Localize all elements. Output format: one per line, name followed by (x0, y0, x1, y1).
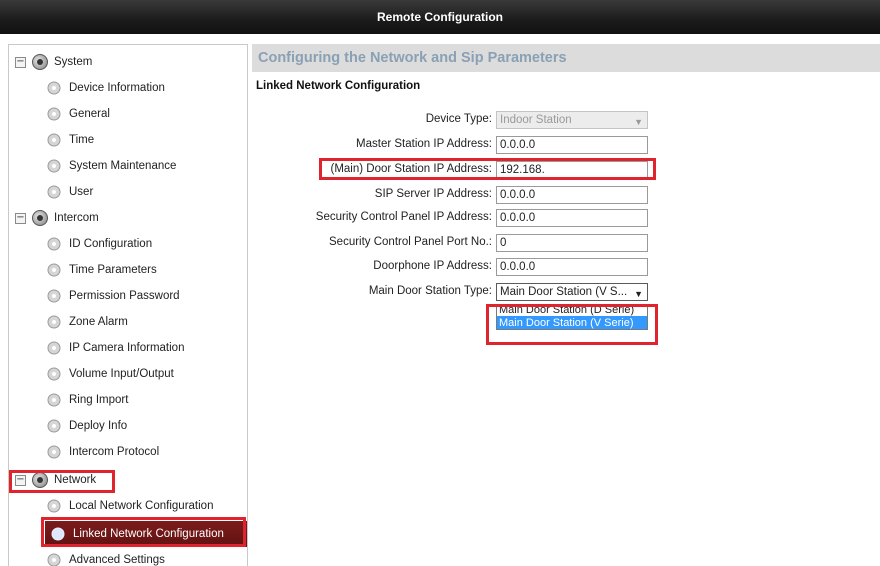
gear-icon (47, 393, 61, 407)
tree-group-system[interactable]: − System (9, 49, 247, 75)
settings-globe-icon (32, 210, 48, 226)
chevron-down-icon: ▼ (634, 117, 643, 127)
sidebar-tree: − System Device Information General Time… (8, 44, 248, 566)
sidebar-item-time-parameters[interactable]: Time Parameters (9, 257, 247, 283)
sidebar-item-label: Volume Input/Output (69, 368, 174, 380)
gear-icon (47, 237, 61, 251)
tree-group-label: Network (54, 474, 97, 486)
sidebar-item-label: Advanced Settings (69, 554, 165, 566)
security-panel-ip-input[interactable]: 0.0.0.0 (496, 209, 648, 227)
main-door-station-type-label: Main Door Station Type: (368, 285, 492, 297)
sidebar-item-linked-network-configuration[interactable]: Linked Network Configuration (45, 521, 247, 547)
main-door-station-type-value: Main Door Station (V S... (500, 286, 628, 298)
master-station-ip-label: Master Station IP Address: (356, 138, 492, 150)
gear-icon (47, 185, 61, 199)
gear-icon (47, 159, 61, 173)
sip-server-ip-input[interactable]: 0.0.0.0 (496, 186, 648, 204)
sidebar-item-label: User (69, 186, 94, 198)
sidebar-item-zone-alarm[interactable]: Zone Alarm (9, 309, 247, 335)
gear-icon (47, 81, 61, 95)
security-panel-port-row: Security Control Panel Port No.: 0 (252, 234, 880, 252)
sidebar-item-label: System Maintenance (69, 160, 177, 172)
security-panel-port-input[interactable]: 0 (496, 234, 648, 252)
sidebar-item-label: Permission Password (69, 290, 180, 302)
sidebar-item-advanced-settings[interactable]: Advanced Settings (9, 547, 247, 566)
device-type-label: Device Type: (425, 113, 492, 125)
main-door-station-type-select[interactable]: Main Door Station (V S... ▼ (496, 283, 648, 301)
collapse-icon[interactable]: − (15, 212, 26, 224)
device-type-select: Indoor Station ▼ (496, 111, 648, 129)
sidebar-item-intercom-protocol[interactable]: Intercom Protocol (9, 439, 247, 465)
gear-icon (51, 527, 65, 541)
tree-group-network[interactable]: − Network (9, 467, 247, 493)
sidebar-item-label: Deploy Info (69, 420, 128, 432)
sidebar-item-local-network-configuration[interactable]: Local Network Configuration (9, 493, 247, 519)
sidebar-item-label: IP Camera Information (69, 342, 185, 354)
sidebar-item-permission-password[interactable]: Permission Password (9, 283, 247, 309)
gear-icon (47, 289, 61, 303)
gear-icon (47, 553, 61, 566)
settings-globe-icon (32, 54, 48, 70)
sidebar-item-label: Time Parameters (69, 264, 157, 276)
doorphone-ip-input[interactable]: 0.0.0.0 (496, 258, 648, 276)
sidebar-item-device-information[interactable]: Device Information (9, 75, 247, 101)
gear-icon (47, 445, 61, 459)
sidebar-item-id-configuration[interactable]: ID Configuration (9, 231, 247, 257)
sidebar-item-volume-input-output[interactable]: Volume Input/Output (9, 361, 247, 387)
gear-icon (47, 499, 61, 513)
security-panel-ip-label: Security Control Panel IP Address: (315, 211, 492, 223)
sidebar-item-deploy-info[interactable]: Deploy Info (9, 413, 247, 439)
security-panel-ip-row: Security Control Panel IP Address: 0.0.0… (252, 209, 880, 227)
master-station-ip-row: Master Station IP Address: 0.0.0.0 (252, 136, 880, 154)
sidebar-item-label: Device Information (69, 82, 165, 94)
chevron-down-icon[interactable]: ▼ (634, 286, 643, 300)
device-type-row: Device Type: Indoor Station ▼ (252, 111, 880, 129)
doorphone-ip-row: Doorphone IP Address: 0.0.0.0 (252, 258, 880, 276)
window-title: Remote Configuration (0, 0, 880, 34)
security-panel-port-label: Security Control Panel Port No.: (329, 236, 492, 248)
main-door-station-type-dropdown: Main Door Station (D Serie) Main Door St… (496, 306, 648, 330)
sidebar-item-label: Local Network Configuration (69, 500, 214, 512)
tree-group-label: System (54, 56, 93, 68)
settings-globe-icon (32, 472, 48, 488)
dropdown-option-v-serie[interactable]: Main Door Station (V Serie) (497, 316, 647, 329)
collapse-icon[interactable]: − (15, 474, 26, 486)
collapse-icon[interactable]: − (15, 56, 26, 68)
main-door-station-ip-label: (Main) Door Station IP Address: (330, 163, 493, 175)
sidebar-item-ring-import[interactable]: Ring Import (9, 387, 247, 413)
sidebar-item-general[interactable]: General (9, 101, 247, 127)
main-door-station-ip-input[interactable]: 192.168. (496, 161, 648, 179)
sidebar-item-system-maintenance[interactable]: System Maintenance (9, 153, 247, 179)
sidebar-item-time[interactable]: Time (9, 127, 247, 153)
gear-icon (47, 107, 61, 121)
gear-icon (47, 263, 61, 277)
section-title: Linked Network Configuration (256, 80, 421, 92)
master-station-ip-input[interactable]: 0.0.0.0 (496, 136, 648, 154)
sidebar-item-user[interactable]: User (9, 179, 247, 205)
main-door-station-type-row: Main Door Station Type: Main Door Statio… (252, 283, 880, 301)
sidebar-item-label: ID Configuration (69, 238, 153, 250)
sidebar-item-label: General (69, 108, 110, 120)
sidebar-item-label: Linked Network Configuration (73, 528, 224, 540)
gear-icon (47, 341, 61, 355)
page-title: Configuring the Network and Sip Paramete… (252, 44, 880, 72)
sidebar-item-label: Intercom Protocol (69, 446, 160, 458)
sidebar-item-label: Ring Import (69, 394, 129, 406)
sidebar-item-label: Time (69, 134, 95, 146)
tree-group-intercom[interactable]: − Intercom (9, 205, 247, 231)
dropdown-option-d-serie[interactable]: Main Door Station (D Serie) (497, 307, 647, 316)
gear-icon (47, 419, 61, 433)
sidebar-item-label: Zone Alarm (69, 316, 128, 328)
gear-icon (47, 315, 61, 329)
sip-server-ip-row: SIP Server IP Address: 0.0.0.0 (252, 186, 880, 204)
device-type-value: Indoor Station (500, 114, 572, 126)
doorphone-ip-label: Doorphone IP Address: (373, 260, 492, 272)
gear-icon (47, 367, 61, 381)
gear-icon (47, 133, 61, 147)
main-door-station-ip-row: (Main) Door Station IP Address: 192.168. (252, 161, 880, 179)
sip-server-ip-label: SIP Server IP Address: (374, 188, 492, 200)
sidebar-item-ip-camera-information[interactable]: IP Camera Information (9, 335, 247, 361)
tree-group-label: Intercom (54, 212, 99, 224)
